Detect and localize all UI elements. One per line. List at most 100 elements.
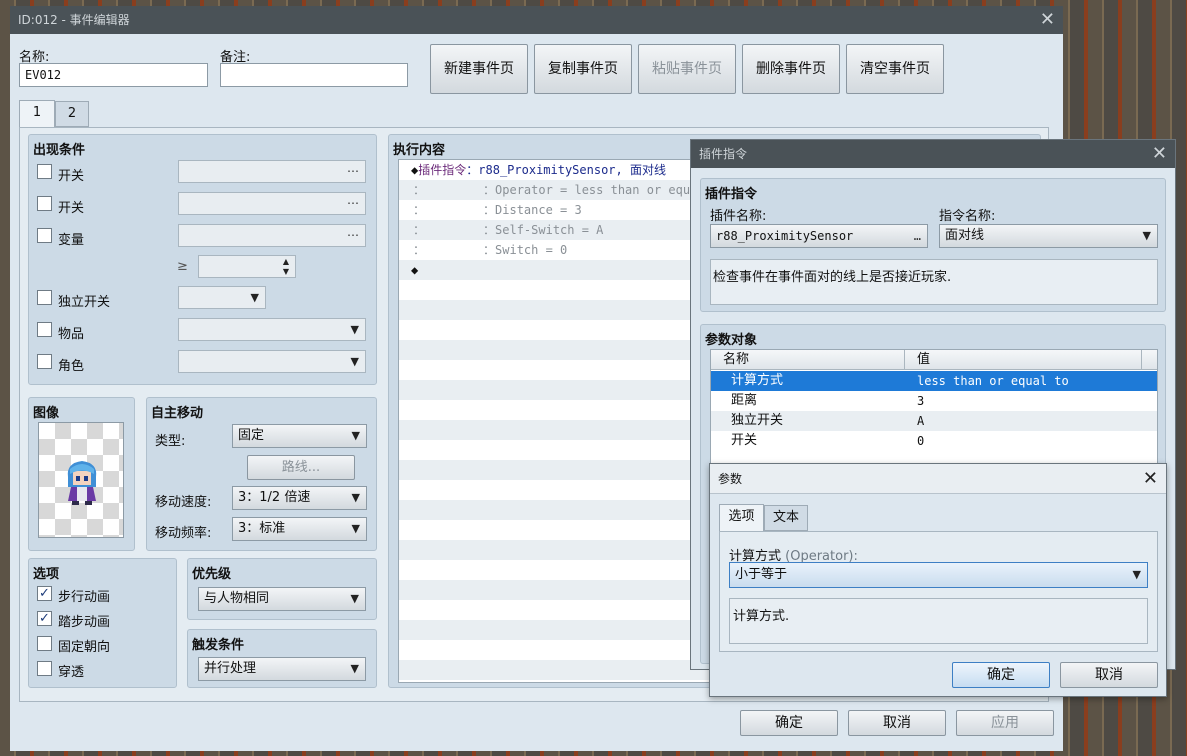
argument-name: 开关 xyxy=(731,433,758,448)
command-text: r88_ProximitySensor, 面对线 xyxy=(478,163,666,177)
route-button[interactable]: 路线... xyxy=(247,455,355,480)
switch1-label: 开关 xyxy=(58,169,85,184)
move-frequency-select[interactable]: 3：标准 ▼ xyxy=(232,517,367,541)
move-speed-select[interactable]: 3：1/2 倍速 ▼ xyxy=(232,486,367,510)
trigger-value: 并行处理 xyxy=(204,661,257,676)
command-text: Switch = 0 xyxy=(495,243,568,257)
command-colon: ： xyxy=(483,223,496,237)
argument-name: 计算方式 xyxy=(731,373,784,388)
argument-row[interactable]: 独立开关 A xyxy=(711,411,1157,431)
move-type-select[interactable]: 固定 ▼ xyxy=(232,424,367,448)
gte-symbol: ≥ xyxy=(177,259,188,274)
close-icon[interactable]: ✕ xyxy=(1152,140,1167,168)
tab-page-1[interactable]: 1 xyxy=(19,100,55,127)
self-switch-select[interactable]: ▼ xyxy=(178,286,266,309)
plugin-name-label: 插件名称: xyxy=(710,209,767,224)
item-checkbox[interactable] xyxy=(37,322,52,337)
command-colon: ： xyxy=(483,203,496,217)
plugin-command-titlebar: 插件指令 ✕ xyxy=(691,140,1175,168)
ellipsis-icon: … xyxy=(347,225,359,239)
through-label: 穿透 xyxy=(58,665,85,680)
close-icon[interactable]: ✕ xyxy=(1143,464,1158,494)
column-header-name[interactable]: 名称 xyxy=(723,350,749,370)
new-page-button[interactable]: 新建事件页 xyxy=(430,44,528,94)
variable-label: 变量 xyxy=(58,233,85,248)
command-text: Operator = less than or equal xyxy=(495,183,705,197)
copy-page-button[interactable]: 复制事件页 xyxy=(534,44,632,94)
self-switch-checkbox[interactable] xyxy=(37,290,52,305)
actor-checkbox[interactable] xyxy=(37,354,52,369)
move-frequency-label: 移动频率: xyxy=(155,526,212,541)
clear-page-button[interactable]: 清空事件页 xyxy=(846,44,944,94)
window-title: 插件指令 xyxy=(699,147,748,161)
param-ok-button[interactable]: 确定 xyxy=(952,662,1050,688)
walking-anim-checkbox[interactable]: ✓ xyxy=(37,586,52,601)
item-select[interactable]: ▼ xyxy=(178,318,366,341)
character-image-preview[interactable] xyxy=(38,422,124,538)
options-group: 选项 ✓ 步行动画 ✓ 踏步动画 固定朝向 穿透 xyxy=(28,558,177,688)
parameter-description-text: 计算方式. xyxy=(733,609,790,624)
command-keyword: 插件指令 xyxy=(418,163,467,177)
actor-select[interactable]: ▼ xyxy=(178,350,366,373)
variable-selector[interactable]: … xyxy=(178,224,366,247)
stepper-arrows-icon: ▲ ▼ xyxy=(282,257,289,276)
close-icon[interactable]: ✕ xyxy=(1040,6,1055,34)
column-header-value[interactable]: 值 xyxy=(917,350,930,370)
plugin-name-selector[interactable]: r88_ProximitySensor … xyxy=(710,224,928,248)
variable-value-stepper[interactable]: ▲ ▼ xyxy=(198,255,296,278)
chevron-down-icon: ▼ xyxy=(1132,568,1141,581)
parameter-description: 计算方式. xyxy=(729,598,1148,644)
argument-row-selected[interactable]: 计算方式 less than or equal to xyxy=(711,371,1157,391)
tab-page-2[interactable]: 2 xyxy=(55,101,89,127)
note-input[interactable] xyxy=(220,63,408,87)
image-title: 图像 xyxy=(33,406,60,421)
switch1-selector[interactable]: … xyxy=(178,160,366,183)
operator-select[interactable]: 小于等于 ▼ xyxy=(729,562,1148,588)
command-continuation: ： xyxy=(413,243,426,257)
move-type-label: 类型: xyxy=(155,434,186,449)
paste-page-button[interactable]: 粘贴事件页 xyxy=(638,44,736,94)
tab-text[interactable]: 文本 xyxy=(764,505,808,531)
stepping-anim-checkbox[interactable]: ✓ xyxy=(37,611,52,626)
chevron-down-icon: ▼ xyxy=(350,355,359,368)
event-editor-titlebar: ID:012 - 事件编辑器 ✕ xyxy=(10,6,1063,34)
image-group: 图像 xyxy=(28,397,135,551)
chevron-down-icon: ▼ xyxy=(351,522,360,535)
character-sprite-icon xyxy=(67,461,97,505)
ok-button[interactable]: 确定 xyxy=(740,710,838,736)
priority-group: 优先级 与人物相同 ▼ xyxy=(187,558,377,620)
autonomous-movement-group: 自主移动 类型: 固定 ▼ 路线... 移动速度: 3：1/2 倍速 ▼ 移动频… xyxy=(146,397,377,551)
command-name-label: 指令名称: xyxy=(939,209,996,224)
self-switch-label: 独立开关 xyxy=(58,295,111,310)
contents-title: 执行内容 xyxy=(393,143,446,158)
autonomous-movement-title: 自主移动 xyxy=(151,406,204,421)
apply-button[interactable]: 应用 xyxy=(956,710,1054,736)
argument-row[interactable]: 开关 0 xyxy=(711,431,1157,451)
trigger-select[interactable]: 并行处理 ▼ xyxy=(198,657,366,681)
switch2-selector[interactable]: … xyxy=(178,192,366,215)
argument-name: 距离 xyxy=(731,393,758,408)
switch1-checkbox[interactable] xyxy=(37,164,52,179)
direction-fix-checkbox[interactable] xyxy=(37,636,52,651)
plugin-command-group: 插件指令 插件名称: r88_ProximitySensor … 指令名称: 面… xyxy=(700,178,1166,312)
priority-select[interactable]: 与人物相同 ▼ xyxy=(198,587,366,611)
argument-value: less than or equal to xyxy=(917,374,1069,388)
delete-page-button[interactable]: 删除事件页 xyxy=(742,44,840,94)
direction-fix-label: 固定朝向 xyxy=(58,640,111,655)
conditions-group: 出现条件 开关 … 开关 … 变量 … ≥ ▲ ▼ 独立开关 ▼ 物品 ▼ 角色 … xyxy=(28,134,377,385)
through-checkbox[interactable] xyxy=(37,661,52,676)
chevron-down-icon: ▼ xyxy=(1142,229,1151,242)
switch2-checkbox[interactable] xyxy=(37,196,52,211)
item-label: 物品 xyxy=(58,327,85,342)
name-input[interactable]: EV012 xyxy=(19,63,208,87)
move-type-value: 固定 xyxy=(238,428,265,443)
parameter-titlebar: 参数 ✕ xyxy=(710,464,1166,494)
command-name-select[interactable]: 面对线 ▼ xyxy=(939,224,1158,248)
command-continuation: ： xyxy=(413,203,426,217)
argument-row[interactable]: 距离 3 xyxy=(711,391,1157,411)
cancel-button[interactable]: 取消 xyxy=(848,710,946,736)
param-cancel-button[interactable]: 取消 xyxy=(1060,662,1158,688)
tab-options[interactable]: 选项 xyxy=(719,504,764,531)
variable-checkbox[interactable] xyxy=(37,228,52,243)
move-speed-value: 3：1/2 倍速 xyxy=(238,490,311,505)
